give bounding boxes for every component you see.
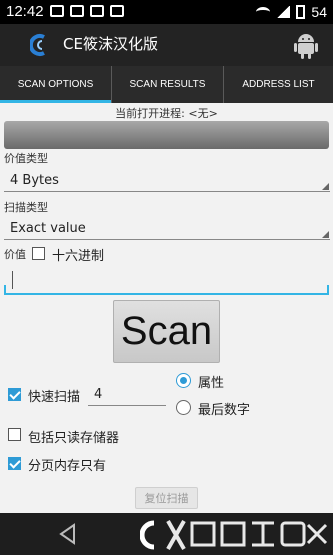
tab-scan-results[interactable]: SCAN RESULTS [111, 66, 223, 103]
tab-scan-options[interactable]: SCAN OPTIONS [0, 66, 111, 103]
battery-percent: 54 [311, 4, 327, 20]
hex-checkbox[interactable] [32, 247, 45, 260]
action-bar: CE筱沫汉化版 [0, 24, 333, 66]
tab-bar: SCAN OPTIONS SCAN RESULTS ADDRESS LIST [0, 66, 333, 103]
app-logo-icon[interactable] [30, 33, 50, 57]
notification-icon [70, 5, 84, 17]
back-icon[interactable] [58, 523, 78, 545]
fast-scan-value-input[interactable]: 4 [88, 384, 166, 406]
notification-icons [50, 5, 124, 17]
hex-label: 十六进制 [52, 249, 105, 264]
dropdown-arrow-icon [322, 183, 329, 190]
wifi-icon [256, 7, 271, 17]
value-type-spinner[interactable]: 4 Bytes [4, 170, 330, 192]
paged-memory-label: 分页内存只有 [28, 459, 107, 474]
value-input[interactable] [4, 267, 329, 295]
readonly-memory-checkbox[interactable] [8, 428, 21, 441]
radio-alignment-label: 属性 [198, 376, 225, 391]
android-icon[interactable] [293, 31, 319, 59]
dropdown-arrow-icon [322, 231, 329, 238]
text-caret [12, 271, 13, 289]
radio-last-digits-label: 最后数字 [198, 403, 251, 418]
reset-scan-button[interactable]: 复位扫描 [135, 487, 198, 509]
scan-type-label: 扫描类型 [4, 201, 48, 214]
tab-address-list[interactable]: ADDRESS LIST [223, 66, 333, 103]
battery-icon [296, 5, 306, 19]
notification-icon [50, 5, 64, 17]
current-process-label: 当前打开进程: <无> [115, 107, 218, 120]
paged-memory-checkbox[interactable] [8, 457, 21, 470]
value-type-selected: 4 Bytes [10, 173, 59, 188]
fast-scan-checkbox[interactable] [8, 388, 21, 401]
value-type-label: 价值类型 [4, 152, 48, 165]
radio-last-digits[interactable] [176, 400, 191, 415]
value-label: 价值 [4, 248, 26, 261]
notification-icon [90, 5, 104, 17]
radio-alignment[interactable] [176, 373, 191, 388]
app-title: CE筱沫汉化版 [63, 35, 158, 53]
watermark-logo [140, 520, 328, 550]
scan-type-selected: Exact value [10, 221, 86, 236]
readonly-memory-label: 包括只读存储器 [28, 431, 120, 446]
select-process-button[interactable] [4, 121, 329, 149]
status-bar: 12:42 54 [0, 0, 333, 24]
notification-icon [110, 5, 124, 17]
status-time: 12:42 [6, 3, 44, 20]
status-right: 54 [256, 4, 327, 20]
scan-type-spinner[interactable]: Exact value [4, 218, 330, 240]
scan-button[interactable]: Scan [113, 300, 220, 363]
fast-scan-label: 快速扫描 [28, 390, 81, 405]
signal-icon [276, 6, 291, 18]
